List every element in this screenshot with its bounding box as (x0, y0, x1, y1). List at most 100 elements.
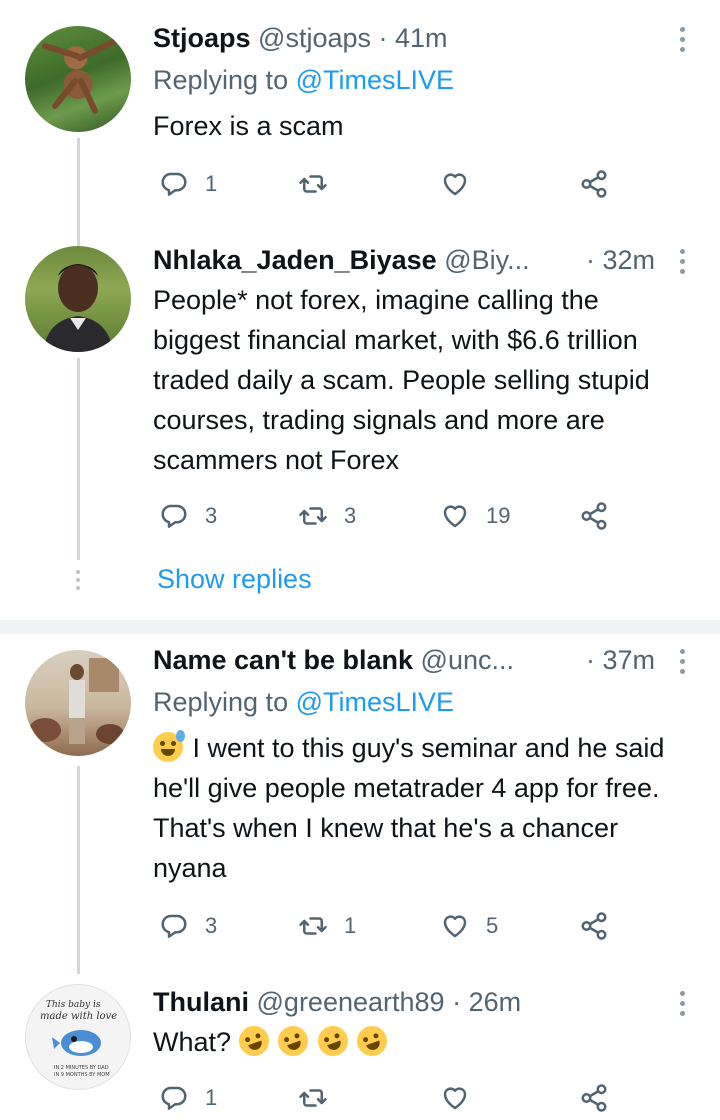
tweet-actions: 1 (153, 162, 623, 206)
reply-icon (161, 504, 187, 528)
share-icon (581, 912, 607, 940)
thread-line (77, 766, 80, 974)
avatar[interactable]: This baby is made with love IN 2 MINUTES… (25, 984, 131, 1090)
reply-count: 3 (205, 913, 218, 938)
avatar-text-line2: made with love (40, 1011, 117, 1022)
like-count: 5 (486, 913, 499, 938)
share-icon (581, 502, 607, 530)
tweet-text: I went to this guy's seminar and he said… (153, 733, 665, 883)
heart-icon (443, 915, 467, 938)
avatar-image (43, 264, 113, 352)
reply-count: 3 (205, 503, 218, 528)
avatar-image (29, 658, 124, 744)
retweet-icon (299, 507, 327, 525)
heart-icon (443, 505, 467, 528)
avatar[interactable] (25, 26, 131, 132)
retweet-button[interactable]: 3 (298, 494, 356, 538)
avatar-text-line1: This baby is (46, 1000, 101, 1010)
like-button[interactable] (440, 1076, 486, 1120)
user-handle[interactable]: @stjoaps (258, 23, 371, 53)
user-handle[interactable]: @unc... (421, 645, 514, 675)
reply-icon (161, 914, 187, 938)
tweet[interactable]: Stjoaps @stjoaps · 41m Replying to @Time… (0, 0, 720, 240)
replying-to-label: Replying to (153, 687, 296, 717)
display-name[interactable]: Nhlaka_Jaden_Biyase (153, 245, 437, 275)
more-vertical-icon[interactable] (672, 642, 692, 678)
timestamp[interactable]: · 32m (586, 242, 655, 278)
user-handle[interactable]: @greenearth89 (257, 987, 445, 1017)
reply-button[interactable]: 1 (159, 1076, 217, 1120)
tweet-actions: 1 (153, 1076, 623, 1120)
avatar-image: This baby is made with love IN 2 MINUTES… (40, 1000, 117, 1078)
tweet-text: What? (153, 1027, 232, 1057)
tweet-actions: 3 3 19 (153, 494, 623, 538)
rofl-emoji (352, 1021, 392, 1061)
timestamp[interactable]: · 37m (586, 642, 655, 678)
timestamp[interactable]: · 26m (452, 987, 521, 1017)
thread-more-dots (74, 570, 82, 594)
share-button[interactable] (579, 1076, 609, 1120)
divider (0, 620, 720, 634)
like-button[interactable] (440, 162, 486, 206)
tweet-actions: 3 1 5 (153, 904, 623, 948)
mention-link[interactable]: @TimesLIVE (296, 687, 454, 717)
tweet[interactable]: This baby is made with love IN 2 MINUTES… (0, 974, 720, 1120)
display-name[interactable]: Stjoaps (153, 23, 251, 53)
retweet-icon (299, 175, 327, 193)
like-button[interactable]: 5 (440, 904, 498, 948)
more-vertical-icon[interactable] (672, 984, 692, 1020)
share-icon (581, 1084, 607, 1112)
tweet-header: Name can't be blank @unc... · 37m (153, 642, 683, 678)
tweet-text-block: What? (153, 1021, 673, 1062)
more-vertical-icon[interactable] (672, 20, 692, 56)
reply-count: 1 (205, 171, 218, 196)
avatar[interactable] (25, 650, 131, 756)
timestamp[interactable]: · 41m (379, 23, 448, 53)
avatar[interactable] (25, 246, 131, 352)
share-icon (581, 170, 607, 198)
reply-count: 1 (205, 1085, 218, 1110)
thread-line (77, 358, 80, 560)
retweet-button[interactable] (298, 1076, 344, 1120)
rofl-emoji (234, 1021, 273, 1061)
show-replies-link[interactable]: Show replies (157, 561, 312, 597)
tweet-header: Stjoaps @stjoaps · 41m (153, 20, 683, 56)
retweet-count: 3 (344, 503, 357, 528)
display-name[interactable]: Name can't be blank (153, 645, 413, 675)
retweet-icon (299, 917, 327, 935)
tweet[interactable]: Name can't be blank @unc... · 37m Replyi… (0, 634, 720, 974)
more-vertical-icon[interactable] (672, 242, 692, 278)
display-name[interactable]: Thulani (153, 987, 249, 1017)
heart-icon (443, 173, 467, 196)
tweet-text-block: I went to this guy's seminar and he said… (153, 728, 673, 888)
replying-to: Replying to @TimesLIVE (153, 684, 454, 720)
share-button[interactable] (579, 904, 609, 948)
heart-icon (443, 1087, 467, 1110)
user-handle[interactable]: @Biy... (444, 245, 529, 275)
rofl-emoji (273, 1021, 313, 1061)
replying-to-label: Replying to (153, 65, 296, 95)
avatar-text-line4: IN 9 MONTHS BY MOM (54, 1072, 110, 1078)
retweet-button[interactable] (298, 162, 344, 206)
thread-line (77, 138, 80, 240)
tweet[interactable]: Nhlaka_Jaden_Biyase @Biy... · 32m People… (0, 240, 720, 625)
retweet-count: 1 (344, 913, 357, 938)
replying-to: Replying to @TimesLIVE (153, 62, 454, 98)
reply-icon (161, 172, 187, 196)
sweat-smile-emoji (153, 730, 185, 762)
reply-button[interactable]: 3 (159, 494, 217, 538)
like-button[interactable]: 19 (440, 494, 510, 538)
retweet-button[interactable]: 1 (298, 904, 356, 948)
mention-link[interactable]: @TimesLIVE (296, 65, 454, 95)
avatar-text-line3: IN 2 MINUTES BY DAD (54, 1065, 109, 1071)
reply-button[interactable]: 1 (159, 162, 217, 206)
share-button[interactable] (579, 162, 609, 206)
reply-button[interactable]: 3 (159, 904, 217, 948)
reply-icon (161, 1086, 187, 1110)
like-count: 19 (486, 503, 511, 528)
rofl-emoji (313, 1021, 352, 1061)
tweet-text: People* not forex, imagine calling the b… (153, 285, 650, 475)
tweet-header: Thulani @greenearth89 · 26m (153, 984, 683, 1020)
share-button[interactable] (579, 494, 609, 538)
retweet-icon (299, 1089, 327, 1107)
